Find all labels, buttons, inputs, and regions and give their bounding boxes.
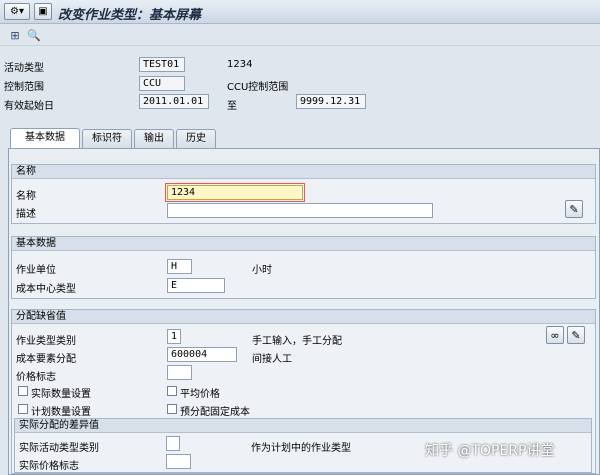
tab-basic-data[interactable]: 基本数据 xyxy=(10,128,80,149)
controlling-area-field[interactable]: CCU xyxy=(139,76,185,91)
plan-qty-label: 计划数量设置 xyxy=(31,407,91,418)
valid-from-label: 有效起始日 xyxy=(4,101,54,112)
valid-from-field[interactable]: 2011.01.01 xyxy=(139,94,209,109)
tab-indicators[interactable]: 标识符 xyxy=(82,129,132,148)
title-bar: ⚙▾ ▣ 改变作业类型：基本屏幕 xyxy=(0,0,600,24)
allocation-defaults-title: 分配缺省值 xyxy=(12,310,595,324)
price-indicator-label: 价格标志 xyxy=(16,372,56,383)
actual-qty-checkbox[interactable] xyxy=(18,386,28,396)
valid-to-field[interactable]: 9999.12.31 xyxy=(296,94,366,109)
average-price-label: 平均价格 xyxy=(180,389,220,400)
actual-qty-label: 实际数量设置 xyxy=(31,389,91,400)
activity-unit-label: 作业单位 xyxy=(16,265,56,276)
predistribute-fixed-cost-label: 预分配固定成本 xyxy=(180,407,250,418)
magnifier-icon: 🔍 xyxy=(27,28,41,42)
controlling-area-description: CCU控制范围 xyxy=(227,82,289,93)
name-field[interactable]: 1234 xyxy=(165,183,305,202)
actual-activity-category-field[interactable] xyxy=(166,436,180,451)
menu-button[interactable]: ⚙▾ xyxy=(4,3,30,20)
activity-unit-description: 小时 xyxy=(252,265,272,276)
average-price-checkbox[interactable] xyxy=(167,386,177,396)
actual-activity-category-label: 实际活动类型类别 xyxy=(19,443,99,454)
pencil-icon: ✎ xyxy=(571,328,581,342)
menu-icon: ⚙▾ xyxy=(10,6,24,17)
basic-data-group: 基本数据 作业单位 H 小时 成本中心类型 E xyxy=(11,236,596,299)
save-button[interactable]: ▣ xyxy=(34,3,52,20)
activity-type-category-label: 作业类型类别 xyxy=(16,336,76,347)
find-button[interactable]: 🔍 xyxy=(27,28,41,42)
name-label: 名称 xyxy=(16,191,36,202)
long-text-button[interactable]: ✎ xyxy=(565,200,583,218)
actual-activity-category-description: 作为计划中的作业类型 xyxy=(251,443,351,454)
tab-output[interactable]: 输出 xyxy=(134,129,174,148)
tab-panel: 名称 名称 1234 描述 ✎ 基本数据 作业单位 H 小时 成本中心类型 E … xyxy=(8,148,600,475)
cost-center-category-label: 成本中心类型 xyxy=(16,284,76,295)
page-title: 改变作业类型：基本屏幕 xyxy=(58,8,202,23)
plan-qty-checkbox[interactable] xyxy=(18,404,28,414)
predistribute-fixed-cost-checkbox[interactable] xyxy=(167,404,177,414)
names-group: 名称 名称 1234 描述 ✎ xyxy=(11,164,596,224)
save-icon: ▣ xyxy=(38,6,48,17)
controlling-area-label: 控制范围 xyxy=(4,82,44,93)
watermark: 知乎 @TOPERP讲堂 xyxy=(425,443,555,459)
tab-history[interactable]: 历史 xyxy=(176,129,216,148)
application-toolbar: ⊞ 🔍 xyxy=(0,24,600,46)
cost-center-category-field[interactable]: E xyxy=(167,278,225,293)
activity-type-description: 1234 xyxy=(227,59,253,70)
actual-price-indicator-field[interactable] xyxy=(166,454,191,469)
cost-element-description: 间接人工 xyxy=(252,354,292,365)
actual-price-indicator-label: 实际价格标志 xyxy=(19,461,79,472)
description-field[interactable] xyxy=(167,203,433,218)
basic-data-group-title: 基本数据 xyxy=(12,237,595,251)
activity-unit-field[interactable]: H xyxy=(167,259,192,274)
edit-pencil-icon: ✎ xyxy=(569,202,579,216)
to-label: 至 xyxy=(227,101,237,112)
activity-type-category-description: 手工输入，手工分配 xyxy=(252,336,342,347)
cost-element-label: 成本要素分配 xyxy=(16,354,76,365)
hierarchy-button[interactable]: ⊞ xyxy=(8,28,22,42)
activity-type-category-field[interactable]: 1 xyxy=(167,329,181,344)
allocation-button[interactable]: ∞ xyxy=(546,326,564,344)
activity-type-field[interactable]: TEST01 xyxy=(139,57,185,72)
edit-button[interactable]: ✎ xyxy=(567,326,585,344)
description-label: 描述 xyxy=(16,209,36,220)
glasses-icon: ∞ xyxy=(550,328,560,342)
activity-type-label: 活动类型 xyxy=(4,63,44,74)
cost-element-field[interactable]: 600004 xyxy=(167,347,237,362)
actual-variance-title: 实际分配的差异值 xyxy=(15,419,591,433)
hierarchy-icon: ⊞ xyxy=(10,28,20,42)
price-indicator-field[interactable] xyxy=(167,365,192,380)
names-group-title: 名称 xyxy=(12,165,595,179)
